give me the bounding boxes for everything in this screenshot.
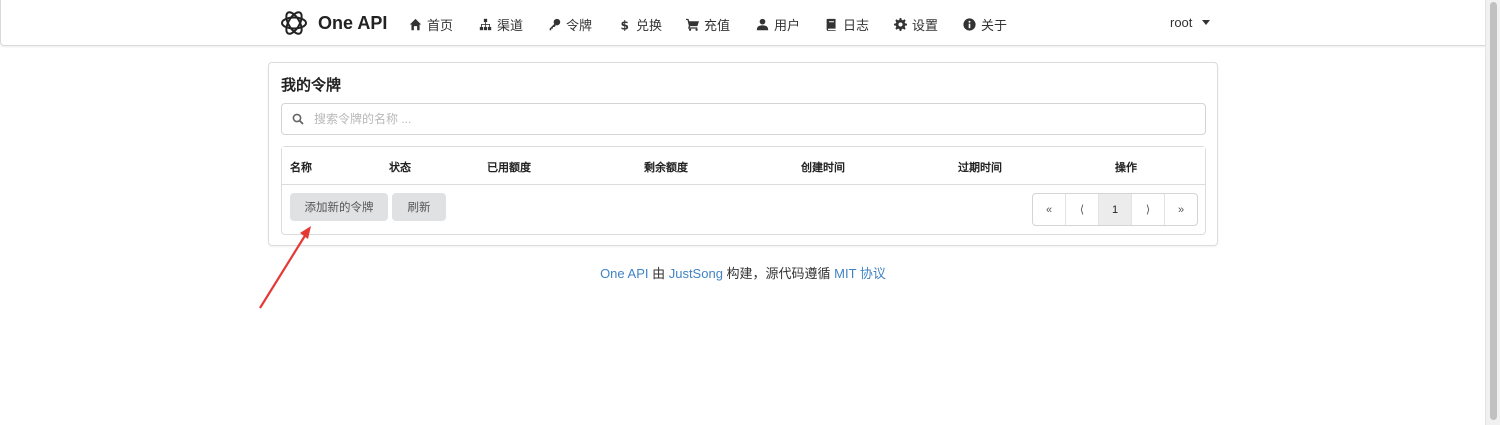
column-header-actions: 操作: [1115, 162, 1137, 174]
last-page-button[interactable]: »: [1165, 194, 1197, 225]
prev-page-button[interactable]: ⟨: [1066, 194, 1099, 225]
nav-label: 令牌: [566, 17, 593, 33]
book-icon: [826, 18, 836, 31]
next-page-button[interactable]: ⟩: [1132, 194, 1165, 225]
footer-link-justsong[interactable]: JustSong: [669, 266, 723, 281]
nav-label: 关于: [981, 17, 1008, 33]
vertical-scrollbar[interactable]: [1485, 0, 1500, 425]
gear-icon: [894, 17, 907, 31]
nav-item-about[interactable]: 关于: [963, 15, 1007, 33]
brand-name[interactable]: One API: [318, 13, 387, 34]
nav-item-channels[interactable]: 渠道: [479, 15, 523, 33]
nav-label: 充值: [704, 17, 731, 33]
sitemap-icon: [479, 18, 492, 30]
nav-item-users[interactable]: 用户: [756, 15, 800, 33]
nav-item-home[interactable]: 首页: [409, 15, 453, 33]
footer-text: 由: [648, 266, 669, 281]
nav-label: 兑换: [636, 17, 663, 33]
column-header-created-time[interactable]: 创建时间: [801, 159, 845, 175]
username: root: [1170, 15, 1193, 30]
nav-item-logs[interactable]: 日志: [825, 15, 869, 33]
column-header-name[interactable]: 名称: [290, 159, 312, 175]
key-icon: [549, 18, 561, 30]
column-header-remaining-quota[interactable]: 剩余额度: [644, 159, 688, 175]
table-header: 名称 状态 已用额度 剩余额度 创建时间 过期时间 操作: [282, 147, 1205, 185]
home-icon: [409, 18, 422, 30]
nav-label: 设置: [912, 17, 939, 33]
search-icon: [292, 113, 304, 125]
dollar-icon: $: [620, 18, 628, 31]
tokens-card: 我的令牌 名称 状态 已用额度 剩余额度 创建时间 过期时间 操作 添加新的令牌…: [268, 62, 1218, 246]
pagination: « ⟨ 1 ⟩ »: [1032, 193, 1198, 226]
caret-down-icon: [1202, 20, 1211, 25]
page-1-button[interactable]: 1: [1099, 194, 1132, 225]
nav-item-tokens[interactable]: 令牌: [548, 15, 592, 33]
add-token-button[interactable]: 添加新的令牌: [290, 193, 388, 221]
first-page-button[interactable]: «: [1033, 194, 1066, 225]
top-navbar: One API 首页 渠道 令牌 $ 兑换 充值 用户 日志 设置 关于 roo…: [0, 0, 1488, 46]
page-title: 我的令牌: [281, 77, 342, 94]
footer: One API 由 JustSong 构建，源代码遵循 MIT 协议: [0, 263, 1486, 282]
user-icon: [756, 18, 769, 30]
nav-label: 渠道: [497, 17, 524, 33]
openai-logo-icon[interactable]: [278, 7, 310, 39]
user-menu[interactable]: root: [1170, 15, 1211, 30]
nav-label: 日志: [843, 17, 870, 33]
refresh-button[interactable]: 刷新: [392, 193, 446, 221]
nav-label: 首页: [427, 17, 454, 33]
tokens-table: 名称 状态 已用额度 剩余额度 创建时间 过期时间 操作 添加新的令牌 刷新 «…: [281, 146, 1206, 235]
svg-text:$: $: [620, 18, 628, 31]
footer-text: 构建，源代码遵循: [722, 266, 835, 281]
column-header-status[interactable]: 状态: [389, 159, 411, 175]
footer-link-oneapi[interactable]: One API: [600, 266, 648, 281]
nav-item-topup[interactable]: 充值: [686, 15, 730, 33]
nav-item-settings[interactable]: 设置: [894, 15, 938, 33]
footer-link-mit-license[interactable]: MIT 协议: [834, 266, 886, 281]
scrollbar-thumb[interactable]: [1490, 2, 1497, 420]
nav-item-redeem[interactable]: $ 兑换: [618, 15, 662, 33]
column-header-used-quota[interactable]: 已用额度: [487, 159, 531, 175]
search-box[interactable]: [281, 103, 1206, 135]
search-input[interactable]: [312, 111, 1176, 127]
nav-label: 用户: [774, 17, 801, 33]
column-header-expire-time[interactable]: 过期时间: [958, 159, 1002, 175]
cart-icon: [686, 18, 699, 31]
info-icon: [963, 17, 976, 31]
annotation-arrow-icon: [259, 226, 311, 309]
